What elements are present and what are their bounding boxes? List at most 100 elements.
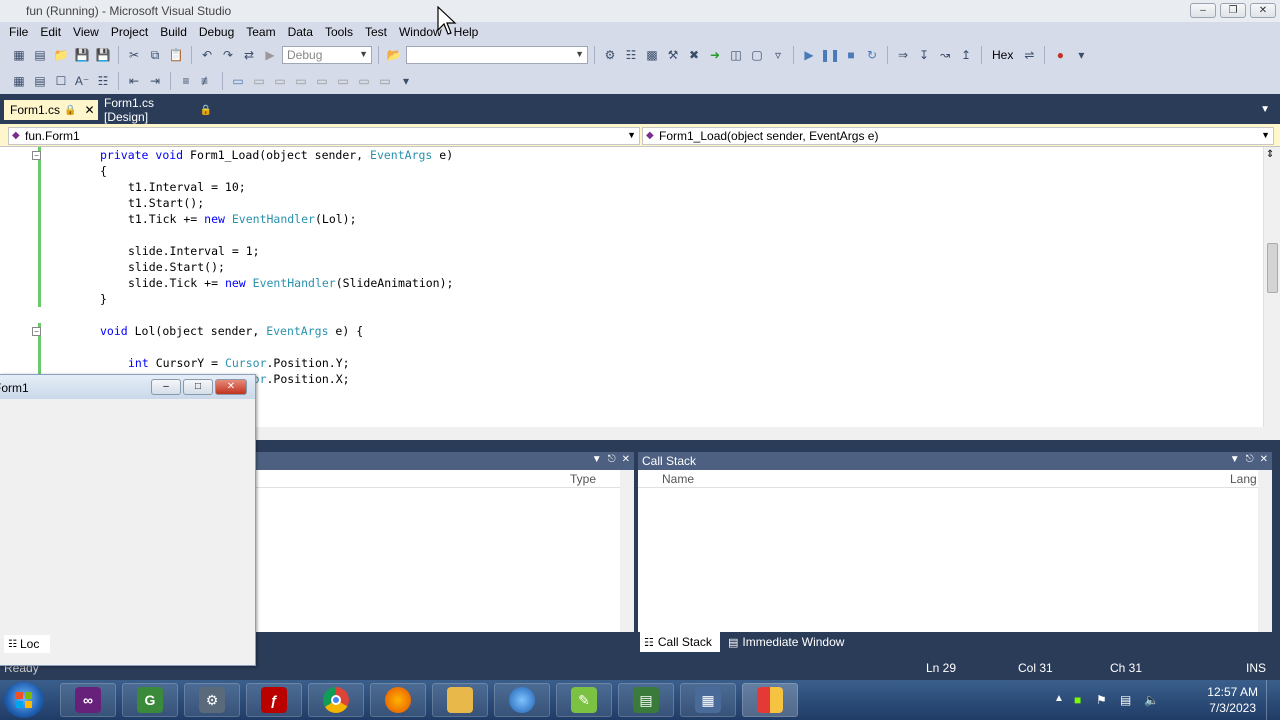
menu-team[interactable]: Team — [240, 25, 281, 39]
step-into-icon[interactable]: ↧ — [915, 46, 933, 64]
tab-call-stack[interactable]: ☷ Call Stack — [640, 632, 720, 652]
add-item-icon[interactable]: ▤ — [31, 46, 49, 64]
auto-hide-pin-icon[interactable]: ⎋ — [1246, 454, 1254, 465]
display-parameter-info-icon[interactable]: ▤ — [31, 72, 49, 90]
scroll-thumb[interactable] — [1267, 243, 1278, 293]
menu-file[interactable]: File — [3, 25, 34, 39]
stop-debugging-icon[interactable]: ■ — [842, 46, 860, 64]
redo-icon[interactable]: ↷ — [219, 46, 237, 64]
copy-icon[interactable]: ⧉ — [146, 46, 164, 64]
new-project-icon[interactable]: ▦ — [10, 46, 28, 64]
solution-config-dropdown[interactable]: Debug ▼ — [282, 46, 372, 64]
step-out-icon[interactable]: ↥ — [957, 46, 975, 64]
next-bookmark-icon[interactable]: ▭ — [271, 72, 289, 90]
tools-icon[interactable]: ✖ — [685, 46, 703, 64]
code-line[interactable]: t1.Start(); — [128, 195, 204, 211]
code-line[interactable]: slide.Start(); — [128, 259, 225, 275]
member-dropdown[interactable]: ◆ Form1_Load(object sender, EventArgs e)… — [642, 127, 1274, 145]
taskbar-git[interactable]: G — [122, 683, 178, 717]
break-all-icon[interactable]: ❚❚ — [820, 46, 840, 64]
tab-form1-design[interactable]: Form1.cs [Design] 🔒 — [98, 96, 218, 124]
taskbar-visual-studio[interactable]: ∞ — [60, 683, 116, 717]
undo-icon[interactable]: ↶ — [198, 46, 216, 64]
clock[interactable]: 12:57 AM 7/3/2023 — [1207, 684, 1258, 716]
menu-view[interactable]: View — [67, 25, 105, 39]
form1-close-button[interactable]: ✕ — [215, 379, 247, 395]
close-pane-icon[interactable]: ✕ — [622, 454, 630, 465]
code-line[interactable]: int CursorY = Cursor.Position.Y; — [128, 355, 350, 371]
code-line[interactable]: private void Form1_Load(object sender, E… — [100, 147, 453, 163]
display-quick-info-icon[interactable]: ☐ — [52, 72, 70, 90]
properties-icon[interactable]: ☷ — [622, 46, 640, 64]
start-button[interactable] — [4, 682, 44, 718]
taskbar-firefox[interactable] — [370, 683, 426, 717]
code-line[interactable]: t1.Tick += new EventHandler(Lol); — [128, 211, 357, 227]
taskbar-explorer[interactable] — [432, 683, 488, 717]
volume-muted-icon[interactable]: 🔈 — [1144, 693, 1159, 707]
open-file-icon[interactable]: 📁 — [52, 46, 70, 64]
navigate-back-icon[interactable]: ⇄ — [240, 46, 258, 64]
clear-bookmarks-icon[interactable]: ▭ — [376, 72, 394, 90]
code-line[interactable]: slide.Tick += new EventHandler(SlideAnim… — [128, 275, 453, 291]
flag-icon[interactable]: ⚑ — [1096, 693, 1107, 707]
network-icon[interactable]: ▤ — [1120, 693, 1131, 707]
code-line[interactable]: t1.Interval = 10; — [128, 179, 246, 195]
find-in-files-icon[interactable]: 📂 — [385, 46, 403, 64]
class-view-icon[interactable]: ◫ — [727, 46, 745, 64]
auto-hide-pin-icon[interactable]: ⎋ — [608, 454, 616, 465]
close-pane-icon[interactable]: ✕ — [1260, 454, 1268, 465]
tab-form1-cs[interactable]: Form1.cs 🔒 ✕ — [4, 100, 98, 120]
taskbar-network[interactable] — [494, 683, 550, 717]
start-page-icon[interactable]: ➜ — [706, 46, 724, 64]
vertical-scrollbar[interactable]: ⇕ — [1263, 147, 1280, 427]
window-position-chevron-icon[interactable]: ▼ — [1230, 454, 1240, 465]
tab-locals[interactable]: ☷ Loc — [4, 635, 50, 653]
menu-data[interactable]: Data — [282, 25, 319, 39]
split-handle-icon[interactable]: ⇕ — [1266, 149, 1274, 160]
tab-list-chevron-icon[interactable]: ▼ — [1260, 104, 1270, 115]
menu-edit[interactable]: Edit — [34, 25, 67, 39]
command-window-icon[interactable]: ▢ — [748, 46, 766, 64]
show-next-statement-icon[interactable]: ⇒ — [894, 46, 912, 64]
show-desktop-button[interactable] — [1266, 680, 1280, 720]
form1-client-area[interactable]: ☷ Loc — [0, 399, 251, 661]
window-position-chevron-icon[interactable]: ▼ — [592, 454, 602, 465]
taskbar-notepad[interactable]: ✎ — [556, 683, 612, 717]
display-object-members-icon[interactable]: ▦ — [10, 72, 28, 90]
menu-debug[interactable]: Debug — [193, 25, 240, 39]
breakpoints-window-icon[interactable]: ● — [1051, 46, 1069, 64]
restore-button[interactable]: ❐ — [1220, 3, 1246, 18]
step-over-icon[interactable]: ↝ — [936, 46, 954, 64]
restart-icon[interactable]: ↻ — [863, 46, 881, 64]
taskbar-paint[interactable] — [742, 683, 798, 717]
collapse-icon[interactable]: − — [32, 327, 41, 336]
save-all-icon[interactable]: 💾 — [94, 46, 112, 64]
overflow-chevron-icon[interactable]: ▾ — [397, 72, 415, 90]
paste-icon[interactable]: 📋 — [167, 46, 185, 64]
class-dropdown[interactable]: ◆ fun.Form1 ▼ — [8, 127, 640, 145]
code-line[interactable]: void Lol(object sender, EventArgs e) { — [100, 323, 363, 339]
menu-test[interactable]: Test — [359, 25, 393, 39]
code-line[interactable]: slide.Interval = 1; — [128, 243, 260, 259]
prev-bookmark-icon[interactable]: ▭ — [250, 72, 268, 90]
form1-maximize-button[interactable]: □ — [183, 379, 213, 395]
save-icon[interactable]: 💾 — [73, 46, 91, 64]
threads-icon[interactable]: ⇌ — [1020, 46, 1038, 64]
overflow-chevron-icon[interactable]: ▾ — [1072, 46, 1090, 64]
close-button[interactable]: ✕ — [1250, 3, 1276, 18]
solution-explorer-icon[interactable]: ⚙ — [601, 46, 619, 64]
increase-indent-icon[interactable]: ⇥ — [146, 72, 164, 90]
form1-window[interactable]: Form1 – □ ✕ ☷ Loc — [0, 374, 256, 666]
object-browser-icon[interactable]: ▩ — [643, 46, 661, 64]
collapse-icon[interactable]: − — [32, 151, 41, 160]
green-app-icon[interactable]: ■ — [1074, 693, 1081, 707]
next-bookmark-folder-icon[interactable]: ▭ — [313, 72, 331, 90]
show-hidden-icons-icon[interactable]: ▲ — [1054, 693, 1064, 704]
toggle-bookmark-icon[interactable]: ▭ — [229, 72, 247, 90]
comment-lines-icon[interactable]: ≡ — [177, 72, 195, 90]
find-combo[interactable]: ▼ — [406, 46, 588, 64]
vertical-scrollbar[interactable] — [1258, 470, 1272, 632]
taskbar-chrome[interactable] — [308, 683, 364, 717]
code-line[interactable]: { — [100, 163, 107, 179]
decrease-indent-icon[interactable]: ⇤ — [125, 72, 143, 90]
